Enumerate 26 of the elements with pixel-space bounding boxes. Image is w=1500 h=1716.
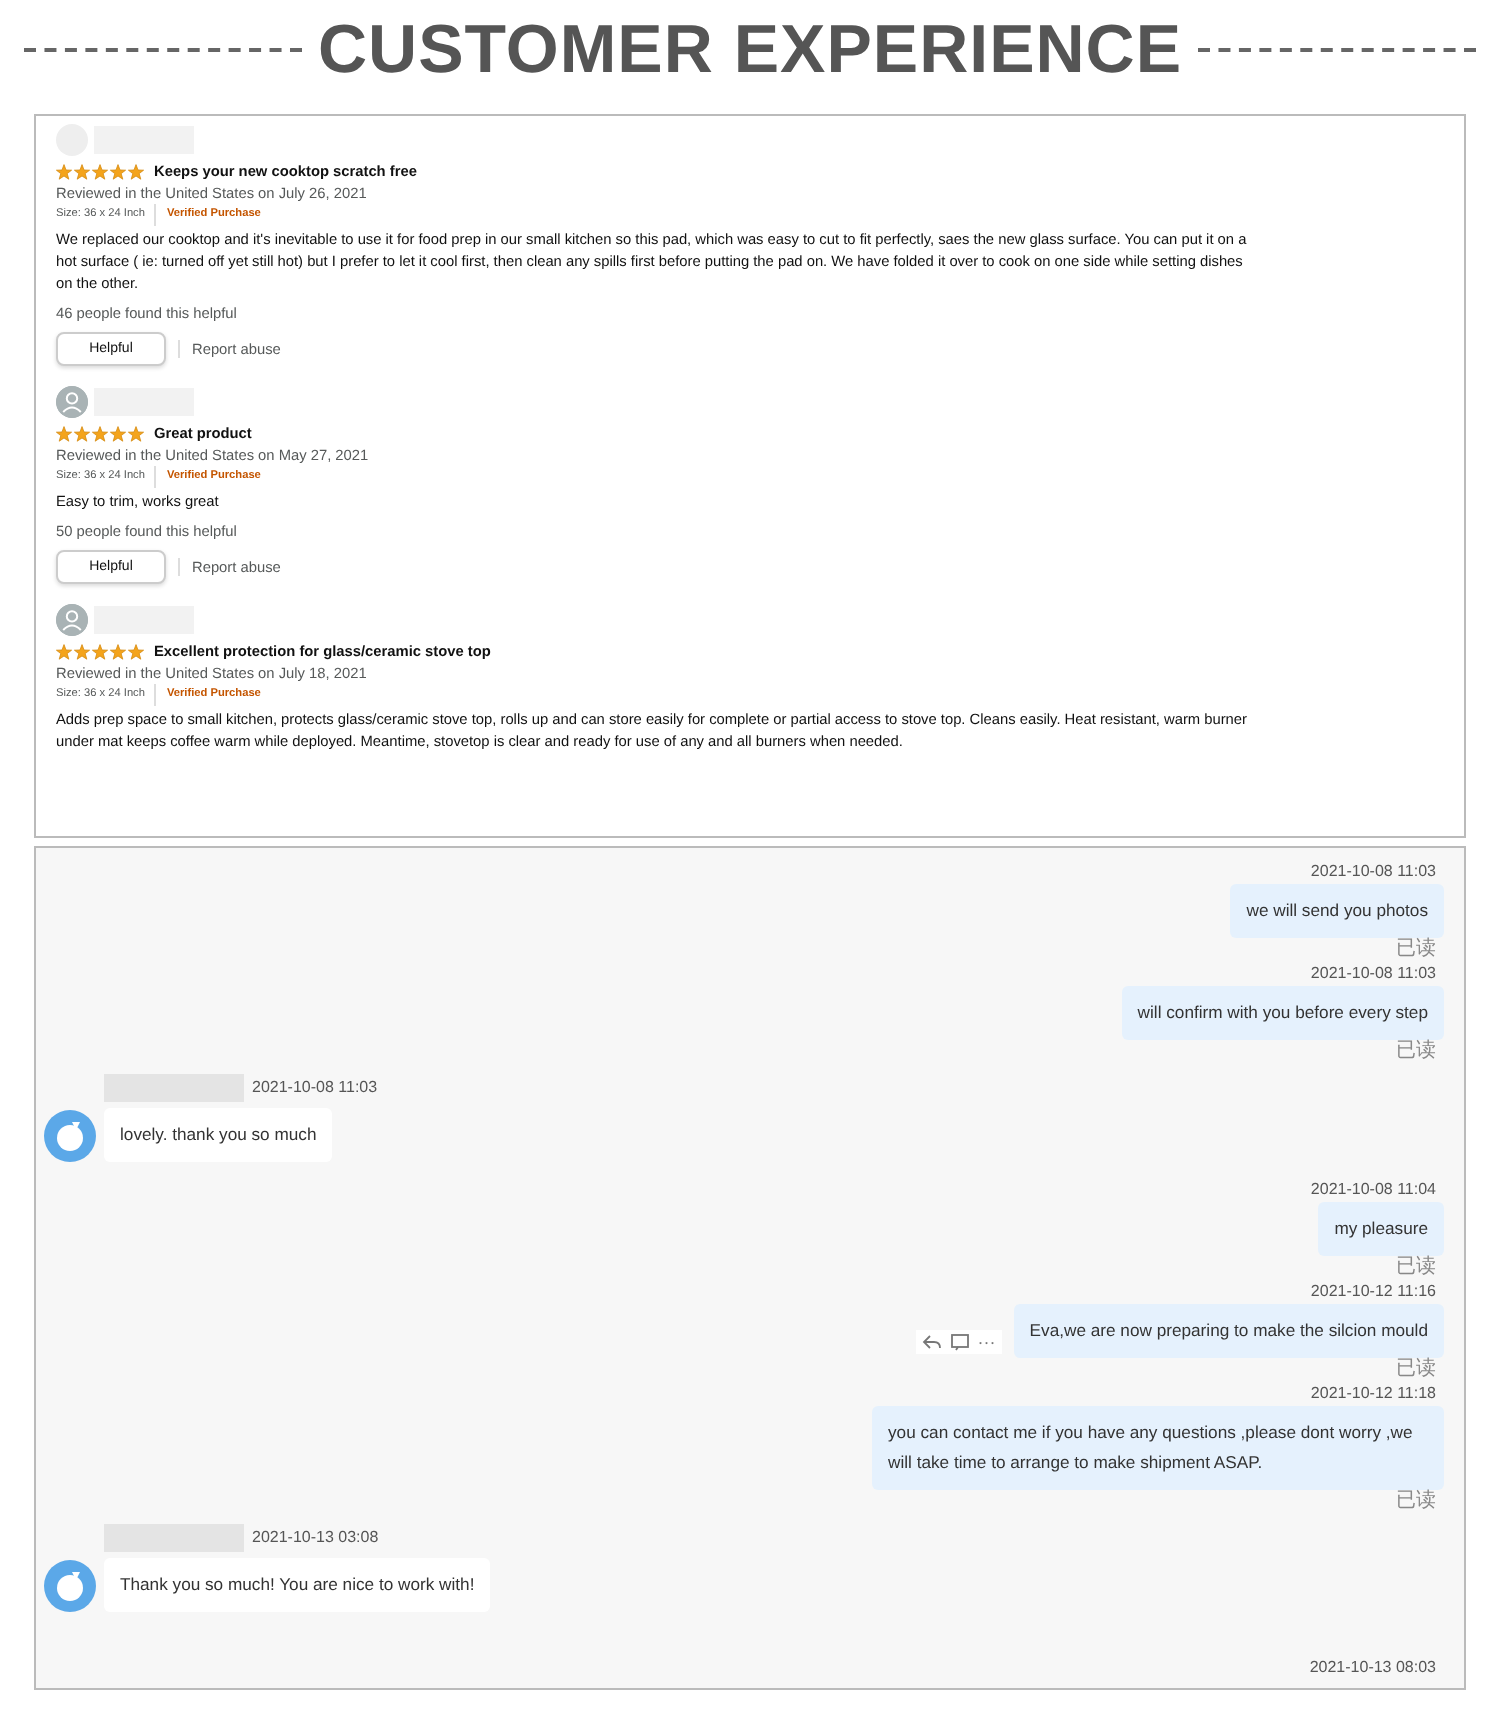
received-message: lovely. thank you so much [104, 1108, 333, 1162]
message-time: 2021-10-12 11:16 [1310, 1280, 1438, 1304]
message-time: 2021-10-08 11:03 [1310, 860, 1438, 884]
message-time: 2021-10-08 11:03 [1310, 962, 1438, 986]
message-time: 2021-10-13 08:03 [1309, 1656, 1438, 1680]
read-status: 已读 [1396, 938, 1438, 962]
avatar-icon [44, 1109, 96, 1161]
sent-message: my pleasure [1318, 1202, 1444, 1256]
received-message: Thank you so much! You are nice to work with! [104, 1558, 491, 1612]
quote-icon[interactable] [949, 1331, 970, 1351]
read-status: 已读 [1396, 1358, 1438, 1382]
sent-message: we will send you photos [1230, 884, 1444, 938]
read-status: 已读 [1396, 1256, 1438, 1280]
sent-message: Eva,we are now preparing to make the silcion mould [1013, 1304, 1444, 1358]
message-time: 2021-10-08 11:04 [1310, 1178, 1438, 1202]
sent-message: you can contact me if you have any questions ,please dont worry ,we will take time to arrange to make shipment ASAP. [872, 1406, 1444, 1490]
message-time: 2021-10-13 03:08 [252, 1526, 381, 1550]
message-time: 2021-10-12 11:18 [1310, 1382, 1438, 1406]
message-time: 2021-10-08 11:03 [252, 1076, 380, 1100]
section-heading: CUSTOMER EXPERIENCE [317, 11, 1183, 89]
reply-icon[interactable] [921, 1331, 942, 1351]
read-status: 已读 [1396, 1490, 1438, 1514]
more-button[interactable]: ··· [977, 1331, 996, 1351]
avatar-icon [44, 1559, 96, 1611]
sent-message: will confirm with you before every step [1121, 986, 1444, 1040]
read-status: 已读 [1396, 1040, 1438, 1064]
